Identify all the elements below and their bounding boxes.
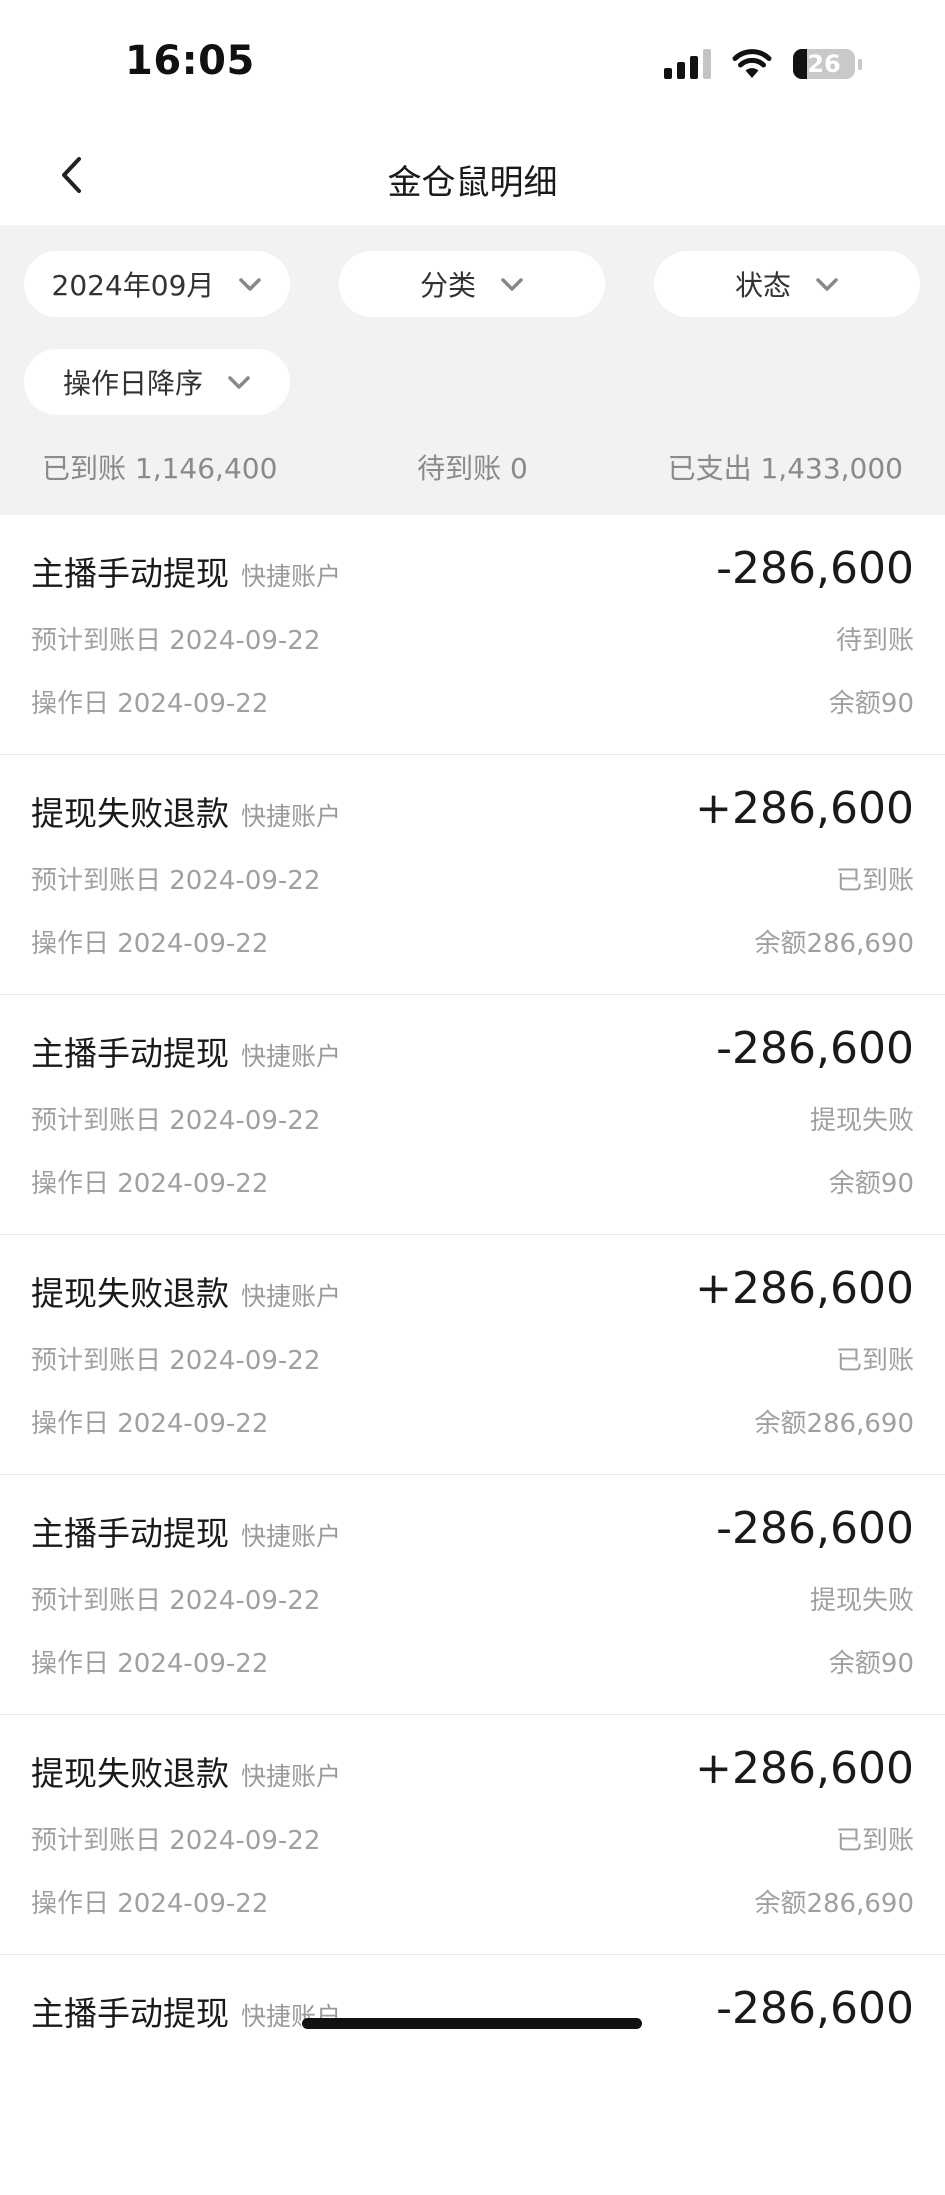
transaction-name: 主播手动提现 — [31, 1994, 229, 2033]
chevron-down-icon — [501, 278, 523, 291]
transaction-name: 主播手动提现 — [31, 1034, 229, 1073]
category-filter-button[interactable]: 分类 — [339, 251, 605, 317]
battery-level: 26 — [807, 50, 841, 78]
status-filter-button[interactable]: 状态 — [654, 251, 920, 317]
chevron-down-icon — [239, 278, 262, 291]
transaction-amount: +286,600 — [695, 783, 914, 834]
balance: 余额90 — [828, 689, 914, 719]
balance: 余额90 — [828, 1649, 914, 1679]
expected-date: 预计到账日 2024-09-22 — [31, 1346, 321, 1376]
battery-icon: 26 — [793, 49, 855, 79]
transaction-name: 提现失败退款 — [31, 1754, 229, 1793]
account-type: 快捷账户 — [241, 1282, 342, 1311]
page-title: 金仓鼠明细 — [387, 163, 558, 203]
transaction-row[interactable]: 主播手动提现 快捷账户 -286,600 预计到账日 2024-09-22 提现… — [0, 1475, 945, 1715]
transaction-name: 提现失败退款 — [31, 1274, 229, 1313]
transaction-row[interactable]: 主播手动提现 快捷账户 -286,600 — [0, 1955, 945, 2195]
expected-date: 预计到账日 2024-09-22 — [31, 1586, 321, 1616]
month-filter-button[interactable]: 2024年09月 — [24, 251, 290, 317]
status-time: 16:05 — [125, 38, 255, 84]
transaction-status: 已到账 — [835, 866, 914, 896]
balance: 余额286,690 — [754, 1889, 914, 1919]
transaction-name: 提现失败退款 — [31, 794, 229, 833]
expected-date: 预计到账日 2024-09-22 — [31, 626, 321, 656]
category-filter-label: 分类 — [419, 269, 476, 302]
transaction-amount: +286,600 — [695, 1263, 914, 1314]
transaction-status: 已到账 — [835, 1346, 914, 1376]
account-type: 快捷账户 — [241, 1762, 342, 1791]
filter-area: 2024年09月 分类 状态 操作日降序 已到账 1,146,400 待到账 0… — [0, 225, 945, 515]
row-title: 提现失败退款 快捷账户 — [31, 1747, 341, 1795]
row-title: 提现失败退款 快捷账户 — [31, 787, 341, 835]
transaction-amount: -286,600 — [716, 543, 914, 594]
expected-date: 预计到账日 2024-09-22 — [31, 1826, 321, 1856]
chevron-down-icon — [816, 278, 838, 291]
account-type: 快捷账户 — [241, 802, 342, 831]
account-type: 快捷账户 — [241, 562, 342, 591]
chevron-down-icon — [228, 376, 250, 389]
expected-date: 预计到账日 2024-09-22 — [31, 866, 321, 896]
row-title: 主播手动提现 快捷账户 — [31, 1027, 341, 1075]
home-indicator[interactable] — [302, 2018, 642, 2029]
summary-spent: 已支出 1,433,000 — [667, 452, 903, 485]
transaction-amount: -286,600 — [716, 1503, 914, 1554]
transaction-name: 主播手动提现 — [31, 1514, 229, 1553]
transaction-status: 已到账 — [835, 1826, 914, 1856]
operation-date: 操作日 2024-09-22 — [31, 1409, 269, 1439]
account-type: 快捷账户 — [241, 1042, 342, 1071]
transaction-row[interactable]: 主播手动提现 快捷账户 -286,600 预计到账日 2024-09-22 待到… — [0, 515, 945, 755]
operation-date: 操作日 2024-09-22 — [31, 689, 269, 719]
battery-cap — [858, 58, 862, 70]
operation-date: 操作日 2024-09-22 — [31, 1889, 269, 1919]
row-title: 主播手动提现 快捷账户 — [31, 547, 341, 595]
transaction-row[interactable]: 主播手动提现 快捷账户 -286,600 预计到账日 2024-09-22 提现… — [0, 995, 945, 1235]
balance: 余额286,690 — [754, 929, 914, 959]
transaction-name: 主播手动提现 — [31, 554, 229, 593]
nav-bar: 金仓鼠明细 — [0, 125, 945, 225]
balance: 余额90 — [828, 1169, 914, 1199]
status-filter-label: 状态 — [734, 269, 791, 302]
transaction-amount: -286,600 — [716, 1023, 914, 1074]
month-filter-label: 2024年09月 — [51, 269, 215, 302]
row-title: 主播手动提现 快捷账户 — [31, 1987, 341, 2035]
transaction-list: 主播手动提现 快捷账户 -286,600 预计到账日 2024-09-22 待到… — [0, 515, 945, 2195]
transaction-row[interactable]: 提现失败退款 快捷账户 +286,600 预计到账日 2024-09-22 已到… — [0, 1715, 945, 1955]
sort-filter-button[interactable]: 操作日降序 — [24, 349, 290, 415]
status-icons: 26 — [664, 44, 862, 84]
transaction-row[interactable]: 提现失败退款 快捷账户 +286,600 预计到账日 2024-09-22 已到… — [0, 1235, 945, 1475]
transaction-status: 提现失败 — [809, 1106, 914, 1136]
operation-date: 操作日 2024-09-22 — [31, 1169, 269, 1199]
expected-date: 预计到账日 2024-09-22 — [31, 1106, 321, 1136]
balance: 余额286,690 — [754, 1409, 914, 1439]
operation-date: 操作日 2024-09-22 — [31, 1649, 269, 1679]
account-type: 快捷账户 — [241, 1522, 342, 1551]
cellular-signal-icon — [664, 49, 711, 79]
transaction-status: 提现失败 — [809, 1586, 914, 1616]
transaction-status: 待到账 — [835, 626, 914, 656]
status-bar: 16:05 26 — [0, 0, 945, 125]
transaction-amount: +286,600 — [695, 1743, 914, 1794]
wifi-icon — [732, 49, 772, 78]
sort-filter-label: 操作日降序 — [62, 367, 203, 400]
operation-date: 操作日 2024-09-22 — [31, 929, 269, 959]
transaction-row[interactable]: 提现失败退款 快捷账户 +286,600 预计到账日 2024-09-22 已到… — [0, 755, 945, 995]
row-title: 主播手动提现 快捷账户 — [31, 1507, 341, 1555]
row-title: 提现失败退款 快捷账户 — [31, 1267, 341, 1315]
transaction-amount: -286,600 — [716, 1983, 914, 2034]
